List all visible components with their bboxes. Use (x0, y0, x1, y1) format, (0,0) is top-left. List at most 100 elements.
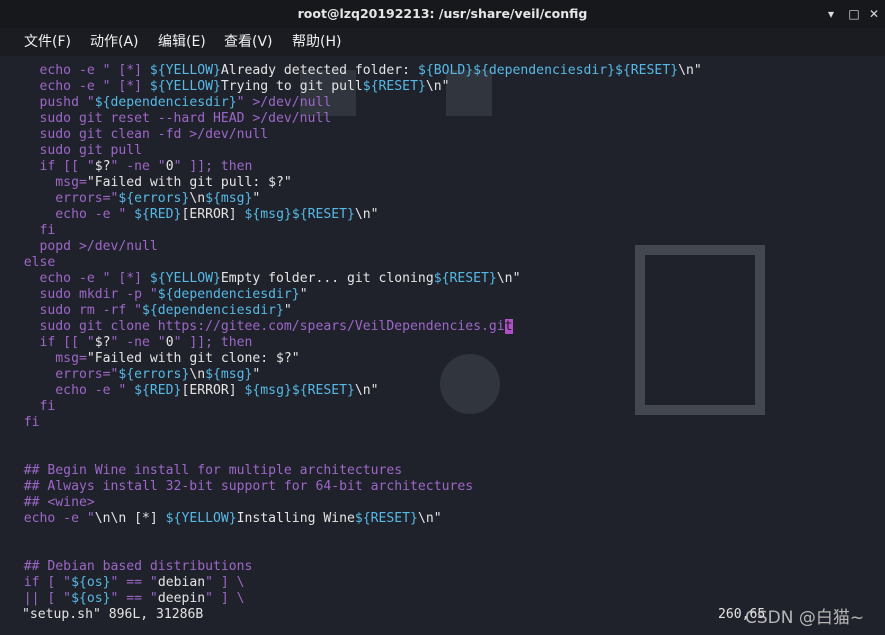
code-token: ${YELLOW} (149, 63, 221, 78)
code-token: if [ " (8, 575, 72, 590)
code-token: $? (94, 335, 111, 350)
code-line: ## Debian based distributions (8, 559, 878, 575)
code-token: ${YELLOW} (149, 79, 221, 94)
code-token: \n" (678, 63, 702, 78)
terminal-window: root@lzq20192213: /usr/share/veil/config… (0, 0, 885, 635)
code-line: ## <wine> (8, 495, 878, 511)
code-line: echo -e "\n\n [*] ${YELLOW}Installing Wi… (8, 511, 878, 527)
menu-file[interactable]: 文件(F) (24, 33, 71, 51)
code-token: sudo git clone https://gitee.com/spears/… (8, 319, 505, 334)
code-line: errors="${errors}\n${msg}" (8, 191, 878, 207)
menu-action[interactable]: 动作(A) (90, 33, 139, 51)
code-token: 0 (165, 335, 174, 350)
code-token: "Failed with git clone: $?" (86, 351, 300, 366)
code-token: sudo git reset --hard HEAD >/dev/null (8, 111, 332, 126)
code-line: echo -e " [*] ${YELLOW}Trying to git pul… (8, 79, 878, 95)
code-token: " ] \ (205, 575, 245, 590)
code-token: sudo mkdir -p " (8, 287, 158, 302)
menu-help[interactable]: 帮助(H) (292, 33, 341, 51)
code-token: else (8, 255, 56, 270)
code-token: Already detected folder: (220, 63, 418, 78)
code-line: fi (8, 223, 878, 239)
code-token: ${dependenciesdir} (142, 303, 284, 318)
code-token: " (252, 367, 261, 382)
window-titlebar: root@lzq20192213: /usr/share/veil/config… (0, 0, 885, 28)
code-token: \n\n [*] (94, 511, 166, 526)
code-token: ${RESET} (362, 79, 426, 94)
code-token: " -ne " (110, 335, 166, 350)
code-line: msg="Failed with git pull: $?" (8, 175, 878, 191)
code-token: ## Always install 32-bit support for 64-… (8, 479, 474, 494)
code-line: sudo git clean -fd >/dev/null (8, 127, 878, 143)
code-token: echo -e " [*] (8, 79, 150, 94)
code-token: ## Begin Wine install for multiple archi… (8, 463, 403, 478)
code-token: ${RED} (134, 383, 182, 398)
code-token: ${msg}${RESET} (244, 207, 355, 222)
code-token: sudo rm -rf " (8, 303, 143, 318)
code-line: errors="${errors}\n${msg}" (8, 367, 878, 383)
code-line: pushd "${dependenciesdir}" >/dev/null (8, 95, 878, 111)
code-token: ${RESET} (433, 271, 497, 286)
menu-edit[interactable]: 编辑(E) (158, 33, 206, 51)
close-button[interactable]: ✕ (866, 6, 882, 22)
watermark: CSDN @白猫~ (745, 608, 865, 628)
code-token: echo -e " [*] (8, 63, 150, 78)
code-token: pushd " (8, 95, 95, 110)
code-token: ${msg}${RESET} (244, 383, 355, 398)
code-token: popd >/dev/null (8, 239, 158, 254)
code-token: echo -e " (8, 207, 135, 222)
minimize-button[interactable]: ▾ (823, 6, 839, 22)
code-token: ${RED} (134, 207, 182, 222)
code-token: errors=" (8, 191, 119, 206)
code-line: echo -e " [*] ${YELLOW}Empty folder... g… (8, 271, 878, 287)
code-line: echo -e " [*] ${YELLOW}Already detected … (8, 63, 878, 79)
code-token: ${RESET} (354, 511, 418, 526)
code-token: echo -e " (8, 383, 135, 398)
code-token: \n" (496, 271, 521, 286)
code-token: ${YELLOW} (165, 511, 237, 526)
code-line: echo -e " ${RED}[ERROR] ${msg}${RESET}\n… (8, 207, 878, 223)
code-token: \n" (354, 383, 379, 398)
maximize-button[interactable]: □ (846, 6, 862, 22)
code-line: fi (8, 415, 878, 431)
code-line: sudo git reset --hard HEAD >/dev/null (8, 111, 878, 127)
code-token: " == " (110, 591, 158, 606)
code-token: debian (157, 575, 206, 590)
code-token: " >/dev/null (236, 95, 332, 110)
code-token: msg= (8, 351, 87, 366)
code-line: ## Begin Wine install for multiple archi… (8, 463, 878, 479)
code-token: " (299, 287, 308, 302)
code-token: ${msg} (205, 367, 253, 382)
code-token: ${os} (71, 591, 111, 606)
code-token: ${msg} (205, 191, 253, 206)
code-line: popd >/dev/null (8, 239, 878, 255)
code-line: ## Always install 32-bit support for 64-… (8, 479, 878, 495)
code-token: msg= (8, 175, 87, 190)
code-token: errors=" (8, 367, 119, 382)
code-token: ${BOLD}${dependenciesdir}${RESET} (417, 63, 679, 78)
code-token: if [[ " (8, 335, 95, 350)
code-token: fi (8, 399, 56, 414)
code-token: \n" (417, 511, 442, 526)
code-line: fi (8, 399, 878, 415)
window-title: root@lzq20192213: /usr/share/veil/config (297, 6, 588, 21)
code-token: " -ne " (110, 159, 166, 174)
code-token: deepin (157, 591, 206, 606)
code-token: sudo git clean -fd >/dev/null (8, 127, 269, 142)
code-token: 0 (165, 159, 174, 174)
code-token: [ERROR] (181, 383, 245, 398)
code-token: " (283, 303, 292, 318)
menu-view[interactable]: 查看(V) (224, 33, 273, 51)
code-token: " ]]; then (173, 335, 253, 350)
code-token: ## <wine> (8, 495, 95, 510)
code-token: ${errors} (118, 367, 190, 382)
code-token: \n" (425, 79, 450, 94)
code-token: " ]]; then (173, 159, 253, 174)
text-cursor: t (504, 319, 513, 334)
code-line: echo -e " ${RED}[ERROR] ${msg}${RESET}\n… (8, 383, 878, 399)
code-line: else (8, 255, 878, 271)
editor-text-area[interactable]: echo -e " [*] ${YELLOW}Already detected … (8, 63, 878, 607)
